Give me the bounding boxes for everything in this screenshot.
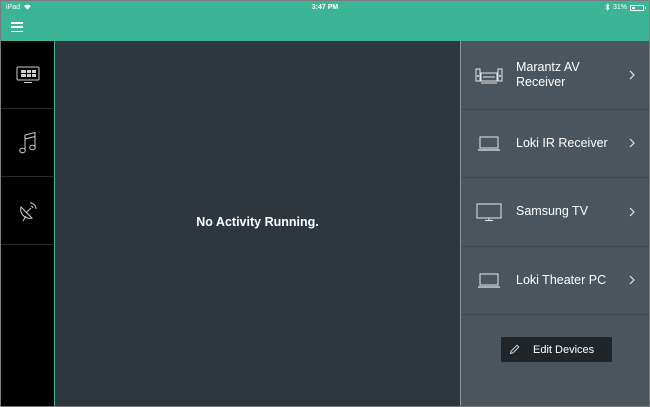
device-label: Marantz AV Receiver	[516, 59, 580, 89]
activity-status-message: No Activity Running.	[196, 215, 319, 229]
status-time: 3:47 PM	[311, 4, 339, 11]
chevron-right-icon	[629, 138, 635, 148]
hamburger-menu-icon[interactable]	[11, 21, 23, 33]
device-item-marantz[interactable]: Marantz AV Receiver	[461, 41, 649, 110]
chevron-right-icon	[629, 70, 635, 80]
device-label: Loki Theater PC	[516, 272, 607, 287]
nav-item-music[interactable]	[1, 109, 54, 177]
nav-item-watch[interactable]	[1, 41, 54, 109]
status-left: iPad	[6, 3, 206, 12]
edit-devices-wrap: Edit Devices	[501, 337, 612, 362]
wifi-icon	[23, 3, 32, 12]
bluetooth-icon	[605, 2, 610, 13]
chevron-right-icon	[629, 275, 635, 285]
device-label: Samsung TV	[516, 204, 589, 219]
av-receiver-icon	[475, 68, 503, 84]
chevron-right-icon	[629, 207, 635, 217]
battery-icon	[630, 4, 646, 11]
device-item-loki-ir[interactable]: Loki IR Receiver	[461, 110, 649, 178]
status-bar: iPad 3:47 PM 31%	[1, 1, 649, 14]
main-content: No Activity Running.	[55, 41, 460, 406]
laptop-icon	[478, 273, 500, 288]
music-note-icon	[18, 131, 36, 153]
top-bar	[1, 14, 649, 41]
app-frame: iPad 3:47 PM 31% No Activity Running. Ma…	[0, 0, 650, 407]
status-right: 31%	[444, 2, 646, 13]
laptop-icon	[478, 136, 500, 151]
device-label: Loki IR Receiver	[516, 135, 608, 150]
battery-percent: 31%	[612, 4, 627, 11]
tv-icon	[476, 203, 502, 221]
devices-panel: Marantz AV Receiver Loki IR Receiver Sam…	[460, 41, 649, 406]
satellite-dish-icon	[19, 202, 36, 221]
left-nav	[1, 41, 55, 406]
nav-item-satellite[interactable]	[1, 177, 54, 245]
carrier-label: iPad	[6, 4, 21, 11]
pencil-icon	[509, 344, 520, 355]
edit-devices-label: Edit Devices	[533, 343, 595, 356]
edit-devices-button[interactable]: Edit Devices	[501, 337, 612, 362]
device-item-loki-theater[interactable]: Loki Theater PC	[461, 247, 649, 315]
tv-activity-icon	[16, 66, 39, 83]
device-item-samsung-tv[interactable]: Samsung TV	[461, 178, 649, 247]
